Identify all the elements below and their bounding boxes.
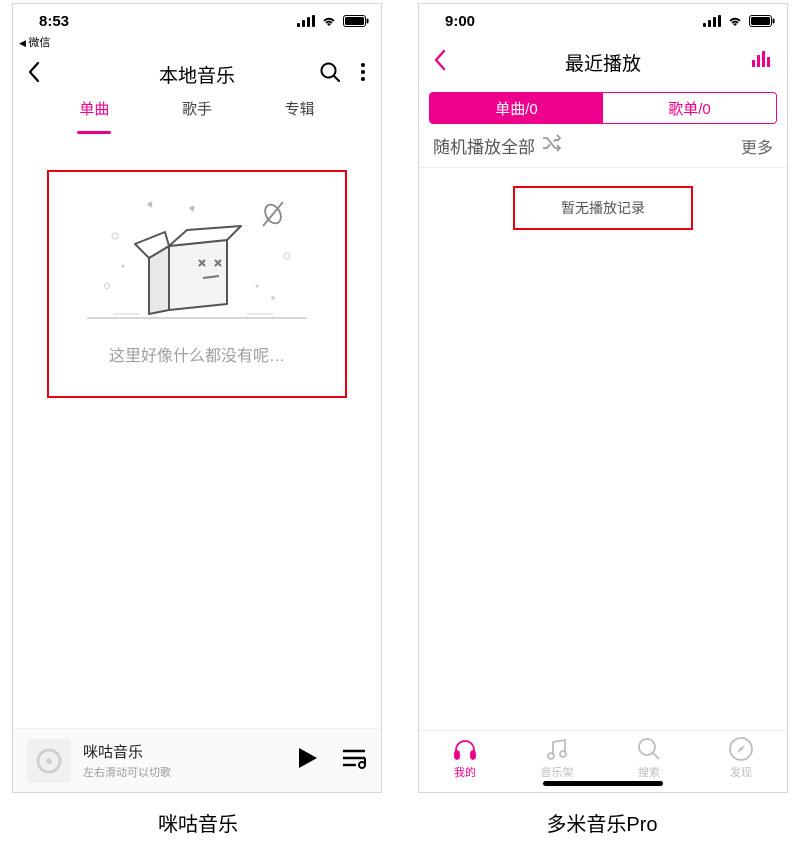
tab-discover[interactable]: 发现 (695, 731, 787, 784)
duomi-phone: 9:00 最近播放 单曲/0 歌单/0 (418, 3, 788, 793)
tab-label: 我的 (454, 764, 476, 780)
status-time: 9:00 (445, 13, 475, 30)
equalizer-icon[interactable] (751, 51, 773, 74)
battery-icon (343, 15, 369, 27)
more-button[interactable]: 更多 (741, 134, 773, 158)
highlight-box: 暂无播放记录 (513, 186, 693, 230)
player-texts: 咪咕音乐 左右滑动可以切歌 (83, 741, 171, 780)
shuffle-label: 随机播放全部 (433, 133, 535, 158)
more-icon[interactable] (359, 61, 367, 88)
status-time: 8:53 (39, 13, 69, 30)
home-indicator (543, 781, 663, 786)
tab-albums[interactable]: 专辑 (248, 98, 351, 134)
search-icon[interactable] (319, 61, 341, 88)
empty-text: 这里好像什么都没有呢… (109, 342, 285, 366)
album-art-placeholder (27, 739, 71, 783)
status-bar: 8:53 微信 (13, 4, 381, 38)
compass-icon (728, 736, 754, 762)
search-icon (636, 736, 662, 762)
headphones-icon (452, 736, 478, 762)
signal-icon (297, 15, 315, 27)
shuffle-icon (541, 134, 563, 157)
status-bar: 9:00 (419, 4, 787, 38)
category-tabs: 单曲 歌手 专辑 (13, 98, 381, 134)
playlist-icon[interactable] (341, 747, 367, 774)
seg-songs[interactable]: 单曲/0 (430, 93, 603, 123)
page-title: 最近播放 (419, 49, 787, 76)
tab-label: 音乐架 (541, 764, 574, 780)
seg-playlists[interactable]: 歌单/0 (603, 93, 776, 123)
shuffle-row[interactable]: 随机播放全部 更多 (419, 124, 787, 168)
caption-left: 咪咕音乐 (12, 808, 384, 837)
tab-library[interactable]: 音乐架 (511, 731, 603, 784)
status-right-icons (297, 15, 369, 27)
segmented-control: 单曲/0 歌单/0 (429, 92, 777, 124)
tab-mine[interactable]: 我的 (419, 731, 511, 784)
tab-label: 发现 (730, 764, 752, 780)
caption-right: 多米音乐Pro (416, 808, 788, 837)
play-icon[interactable] (297, 746, 319, 775)
now-playing-bar[interactable]: 咪咕音乐 左右滑动可以切歌 (13, 728, 381, 792)
back-icon[interactable] (433, 49, 447, 76)
empty-text: 暂无播放记录 (561, 198, 645, 218)
migu-phone: 8:53 微信 本地音乐 (12, 3, 382, 793)
music-note-icon (544, 736, 570, 762)
tab-search[interactable]: 搜索 (603, 731, 695, 784)
nav-bar: 最近播放 (419, 38, 787, 86)
nav-bar: 本地音乐 (13, 50, 381, 98)
wifi-icon (727, 15, 743, 27)
tab-label: 搜索 (638, 764, 660, 780)
player-title: 咪咕音乐 (83, 741, 171, 762)
wifi-icon (321, 15, 337, 27)
player-subtitle: 左右滑动可以切歌 (83, 764, 171, 780)
status-right-icons (703, 15, 775, 27)
back-icon[interactable] (27, 61, 41, 88)
highlight-box: 这里好像什么都没有呢… (47, 170, 347, 398)
back-to-app[interactable]: 微信 (19, 34, 50, 50)
tab-songs[interactable]: 单曲 (43, 98, 146, 134)
battery-icon (749, 15, 775, 27)
signal-icon (703, 15, 721, 27)
tab-artists[interactable]: 歌手 (146, 98, 249, 134)
empty-box-illustration (77, 186, 317, 336)
